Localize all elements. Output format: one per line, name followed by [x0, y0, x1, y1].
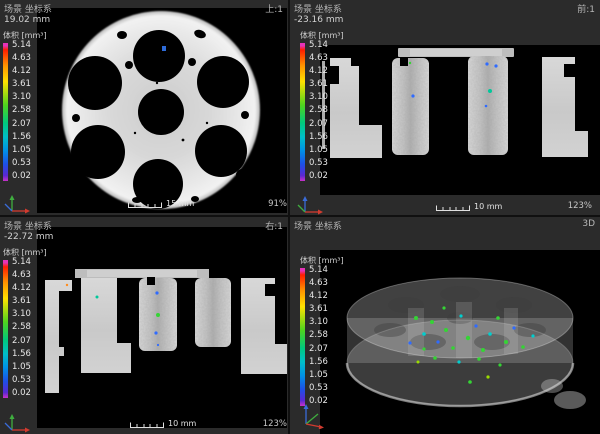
legend-value: 1.05	[12, 363, 31, 372]
legend-color-bar	[300, 43, 305, 181]
coordinate-system-label: 场景 坐标系	[4, 2, 52, 15]
legend-value: 0.53	[309, 159, 328, 168]
legend-value: 1.56	[12, 133, 31, 142]
coordinate-system-label: 场景 坐标系	[294, 219, 342, 232]
legend-values: 5.14 4.63 4.12 3.61 3.10 2.58 2.07 1.56 1.05 0.53…	[309, 41, 328, 181]
legend-value: 0.53	[309, 384, 328, 393]
ruler-ticks-icon	[130, 420, 164, 428]
axis-indicator-icon	[3, 414, 33, 433]
3d-render-image	[320, 250, 600, 434]
legend-value: 4.12	[12, 67, 31, 76]
ct-inspection-app: 场景 坐标系 19.02 mm 上:1 体积 [mm³] 5.144.634.1…	[0, 0, 600, 434]
legend-value: 3.10	[12, 93, 31, 102]
front-view-viewport[interactable]	[320, 45, 600, 195]
legend-value: 1.56	[12, 350, 31, 359]
legend-value: 3.61	[12, 297, 31, 306]
legend-value: 1.05	[12, 146, 31, 155]
legend-value: 2.58	[12, 323, 31, 332]
legend-value: 4.12	[12, 284, 31, 293]
right-view-panel: 场景 坐标系 -22.72 mm 右:1 体积 [mm³] 5.144.634.…	[0, 217, 288, 434]
legend-value: 4.63	[12, 54, 31, 63]
top-view-viewport[interactable]	[37, 8, 287, 213]
coordinate-system-label: 场景 坐标系	[4, 219, 52, 232]
legend-value: 2.58	[309, 106, 328, 115]
scale-ruler: 10 mm	[436, 202, 502, 211]
legend-value: 1.05	[309, 146, 328, 155]
legend-value: 4.12	[309, 292, 328, 301]
legend-value: 2.07	[309, 345, 328, 354]
scale-label: 10 mm	[168, 419, 196, 428]
legend-value: 2.58	[12, 106, 31, 115]
view-name-label: 右:1	[265, 219, 283, 232]
legend-values: 5.14 4.63 4.12 3.61 3.10 2.58 2.07 1.56 1.05 0.53…	[309, 266, 328, 406]
legend-color-bar	[300, 268, 305, 406]
volume-legend: 体积 [mm³] 5.144.634.123.613.102.582.071.5…	[3, 30, 47, 181]
scale-ruler: 15 mm	[128, 199, 194, 208]
coordinate-system-label: 场景 坐标系	[294, 2, 342, 15]
legend-values: 5.14 4.63 4.12 3.61 3.10 2.58 2.07 1.56 1.05 0.53…	[12, 258, 31, 398]
scale-label: 15 mm	[166, 199, 194, 208]
3d-viewport[interactable]	[320, 250, 600, 434]
zoom-percentage: 123%	[568, 201, 592, 211]
legend-value: 3.10	[309, 93, 328, 102]
legend-value: 3.61	[12, 80, 31, 89]
zoom-percentage: 91%	[268, 199, 287, 209]
scale-label: 10 mm	[474, 202, 502, 211]
legend-value: 3.61	[309, 305, 328, 314]
legend-value: 0.02	[309, 172, 328, 181]
axis-indicator-icon	[296, 196, 326, 215]
axis-indicator-3d-icon	[298, 403, 326, 429]
scale-ruler: 10 mm	[130, 419, 196, 428]
legend-value: 0.02	[12, 389, 31, 398]
legend-value: 2.07	[12, 337, 31, 346]
legend-value: 3.10	[309, 318, 328, 327]
defect-marker	[162, 46, 166, 51]
legend-value: 5.14	[12, 41, 31, 50]
legend-value: 2.58	[309, 331, 328, 340]
top-view-panel: 场景 坐标系 19.02 mm 上:1 体积 [mm³] 5.144.634.1…	[0, 0, 288, 215]
top-slice-image	[37, 8, 287, 213]
legend-value: 2.07	[12, 120, 31, 129]
volume-legend: 体积 [mm³] 5.144.634.123.613.102.582.071.5…	[300, 30, 344, 181]
legend-value: 5.14	[309, 41, 328, 50]
view-name-label: 前:1	[577, 2, 595, 15]
legend-value: 0.02	[12, 172, 31, 181]
legend-value: 2.07	[309, 120, 328, 129]
legend-value: 1.56	[309, 358, 328, 367]
legend-value: 5.14	[309, 266, 328, 275]
ruler-ticks-icon	[436, 203, 470, 211]
ruler-ticks-icon	[128, 200, 162, 208]
slice-position-value: 19.02 mm	[4, 15, 50, 25]
slice-position-value: -22.72 mm	[4, 232, 53, 242]
legend-color-bar	[3, 260, 8, 398]
legend-color-bar	[3, 43, 8, 181]
view-name-label: 上:1	[265, 2, 283, 15]
volume-legend: 体积 [mm³] 5.144.634.123.613.102.582.071.5…	[300, 255, 344, 406]
legend-value: 4.63	[309, 279, 328, 288]
legend-value: 4.12	[309, 67, 328, 76]
slice-position-value: -23.16 mm	[294, 15, 343, 25]
3d-view-panel: 场景 坐标系 3D 体积 [mm³] 5.144.634.123.613.102…	[290, 217, 600, 434]
legend-value: 5.14	[12, 258, 31, 267]
legend-value: 1.05	[309, 371, 328, 380]
legend-value: 4.63	[12, 271, 31, 280]
front-slice-image	[320, 45, 600, 195]
legend-value: 3.61	[309, 80, 328, 89]
right-view-viewport[interactable]	[37, 227, 287, 428]
right-slice-image	[37, 227, 287, 428]
zoom-percentage: 123%	[263, 419, 287, 429]
legend-value: 4.63	[309, 54, 328, 63]
legend-value: 0.53	[12, 159, 31, 168]
legend-values: 5.14 4.63 4.12 3.61 3.10 2.58 2.07 1.56 1.05 0.53…	[12, 41, 31, 181]
axis-indicator-icon	[3, 195, 33, 214]
view-name-label: 3D	[582, 219, 595, 229]
legend-value: 3.10	[12, 310, 31, 319]
legend-value: 1.56	[309, 133, 328, 142]
front-view-panel: 场景 坐标系 -23.16 mm 前:1 体积 [mm³] 5.144.634.…	[290, 0, 600, 215]
legend-value: 0.53	[12, 376, 31, 385]
volume-legend: 体积 [mm³] 5.144.634.123.613.102.582.071.5…	[3, 247, 47, 398]
